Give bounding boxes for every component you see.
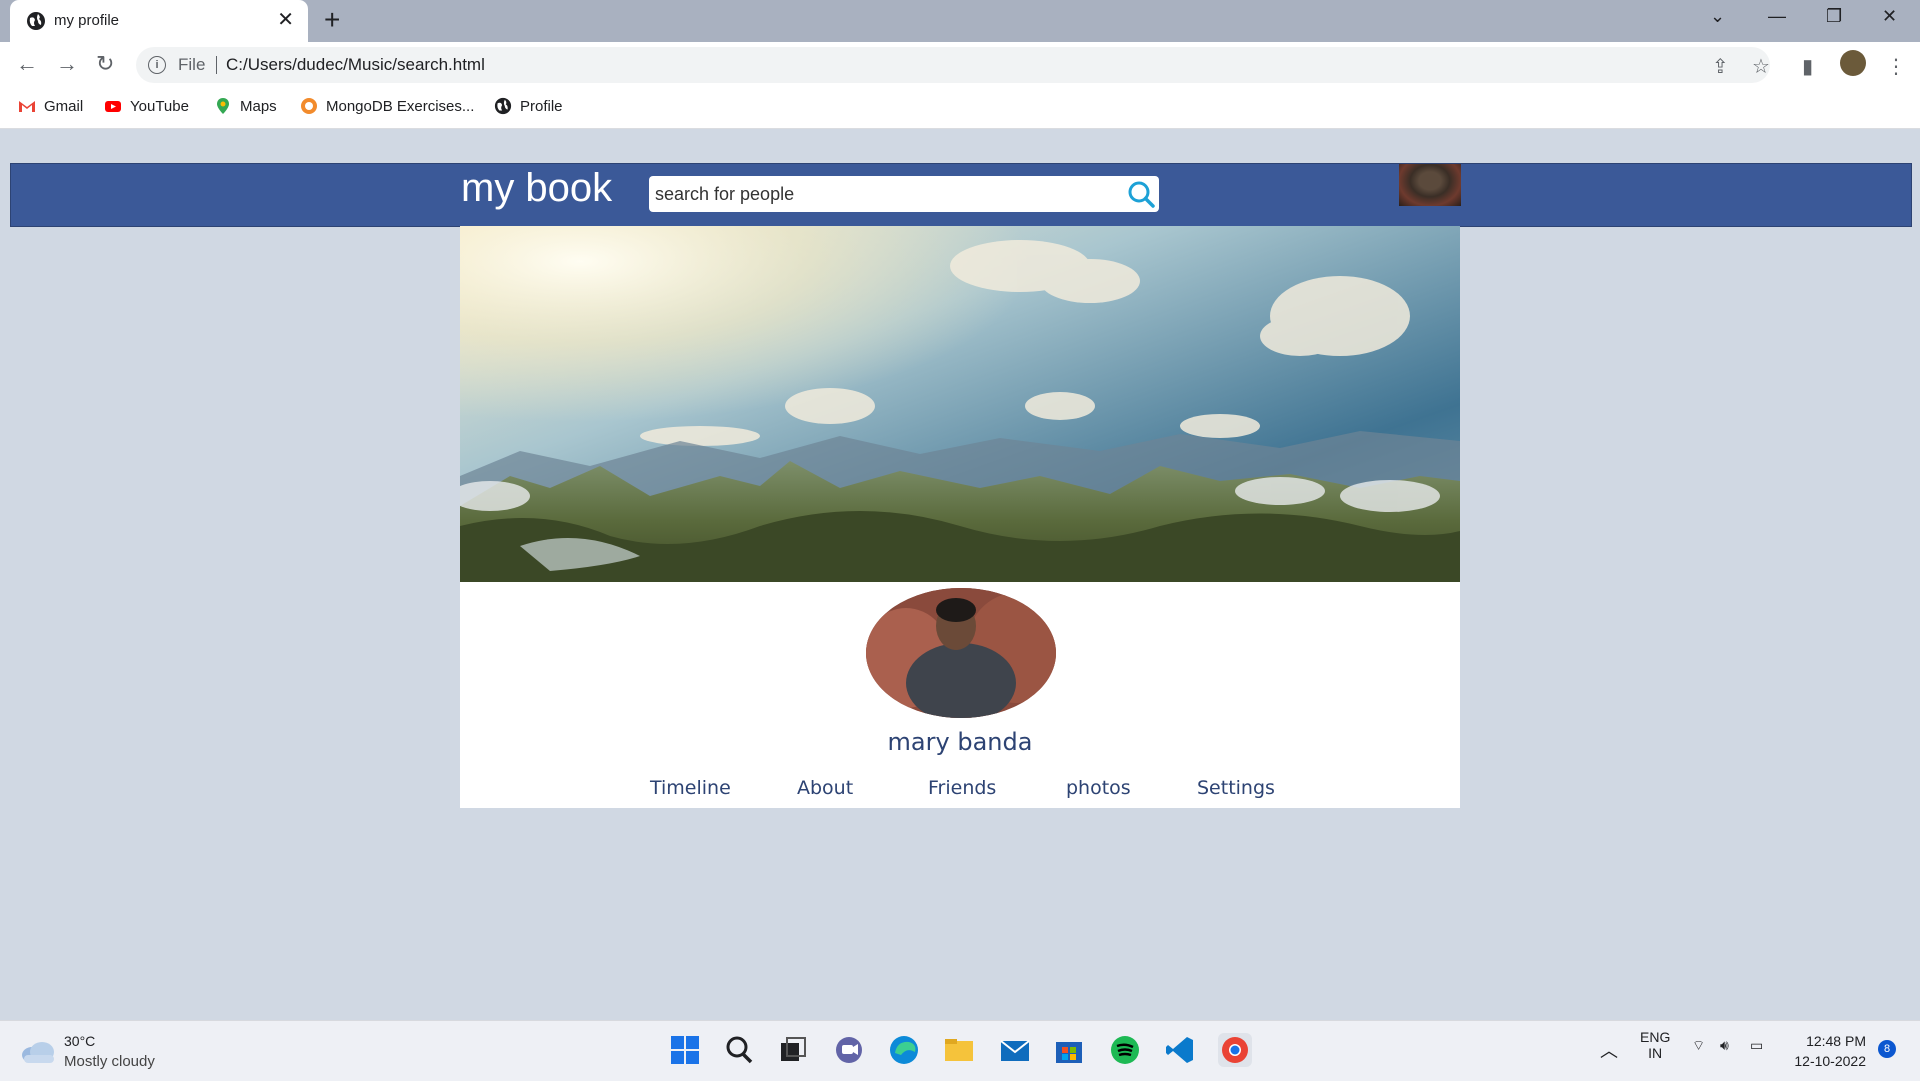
nav-photos[interactable]: photos [1066,777,1131,799]
mail-icon[interactable] [998,1033,1032,1067]
close-window-button[interactable]: ✕ [1882,6,1897,27]
info-icon[interactable]: i [148,56,166,74]
maps-pin-icon [217,98,229,114]
bookmark-youtube[interactable]: YouTube [104,97,189,115]
side-panel-icon[interactable]: ▮ [1802,54,1813,79]
gmail-icon [19,101,35,112]
windows-start-icon[interactable] [668,1033,702,1067]
region-code: IN [1648,1045,1663,1061]
bookmark-label: YouTube [130,97,189,115]
bookmark-star-icon[interactable]: ☆ [1752,54,1770,79]
task-view-icon[interactable] [777,1033,811,1067]
volume-icon[interactable]: 🔊︎ [1720,1037,1729,1054]
new-tab-button[interactable]: + [324,6,340,34]
cover-photo [460,226,1460,582]
show-hidden-icons-chevron-icon[interactable]: ︿ [1600,1037,1618,1063]
tab-search-icon[interactable]: ⌄ [1710,6,1725,27]
spotify-icon[interactable] [1108,1033,1142,1067]
address-separator [216,56,217,74]
site-logo[interactable]: my book [461,166,612,211]
wifi-icon[interactable]: ⌔ [1692,1037,1705,1055]
profile-avatar-icon[interactable] [1840,50,1866,76]
profile-card: mary banda Timeline About Friends photos… [460,582,1460,808]
bookmark-label: MongoDB Exercises... [326,97,475,115]
browser-toolbar: ← → ↻ i File C:/Users/dudec/Music/search… [0,42,1920,88]
profile-nav: Timeline About Friends photos Settings [460,777,1460,807]
cloud-icon [22,1042,54,1063]
bookmark-label: Gmail [44,97,84,115]
menu-kebab-icon[interactable]: ⋮ [1886,54,1906,79]
bookmark-profile[interactable]: Profile [494,97,563,115]
clock[interactable]: 12:48 PM 12-10-2022 [1794,1031,1866,1071]
bookmark-label: Profile [520,97,563,115]
notification-badge[interactable]: 8 [1878,1040,1896,1058]
cover-landscape-image [460,226,1460,582]
microsoft-store-icon[interactable] [1052,1033,1086,1067]
nav-about[interactable]: About [797,777,853,799]
bookmark-gmail[interactable]: Gmail [18,97,83,115]
nav-timeline[interactable]: Timeline [650,777,731,799]
profile-picture[interactable] [866,588,1056,718]
share-icon[interactable]: ⇪ [1712,54,1729,79]
windows-taskbar: 30°C Mostly cloudy ︿ ENG IN ⌔ 🔊︎ ▭ 12:48… [0,1020,1920,1081]
input-language[interactable]: ENG IN [1640,1029,1670,1061]
nav-friends[interactable]: Friends [928,777,996,799]
browser-tab[interactable]: my profile ✕ [10,0,308,42]
teams-chat-icon[interactable] [832,1033,866,1067]
minimize-button[interactable]: — [1768,6,1786,27]
address-scheme-label: File [178,55,206,74]
globe-icon [27,12,45,30]
address-bar[interactable]: i File C:/Users/dudec/Music/search.html [136,47,1770,83]
site-header: my book [10,163,1912,227]
web-page: my book search for people mary banda Tim… [0,129,1920,1019]
profile-photo-image [866,588,1056,718]
header-avatar[interactable] [1399,164,1461,206]
browser-tab-strip: my profile ✕ + ⌄ — ❐ ✕ [0,0,1920,42]
search-box [649,176,1159,212]
edge-browser-icon[interactable] [887,1033,921,1067]
vscode-icon[interactable] [1163,1033,1197,1067]
back-button[interactable]: ← [16,51,38,77]
clock-date: 12-10-2022 [1794,1053,1866,1069]
nav-settings[interactable]: Settings [1197,777,1275,799]
chrome-icon[interactable] [1218,1033,1252,1067]
close-tab-icon[interactable]: ✕ [277,10,294,30]
forward-button[interactable]: → [56,51,78,77]
clock-time: 12:48 PM [1806,1033,1866,1049]
bookmarks-bar: Gmail YouTube Maps MongoDB Exercises... … [0,88,1920,129]
profile-name: mary banda [887,728,1033,756]
bookmark-mongodb[interactable]: MongoDB Exercises... [300,97,474,115]
mongodb-exercises-icon [301,98,317,114]
address-url[interactable]: C:/Users/dudec/Music/search.html [226,55,485,75]
file-explorer-icon[interactable] [942,1033,976,1067]
youtube-icon [105,101,121,112]
search-icon[interactable] [1127,180,1155,208]
search-icon[interactable] [722,1033,756,1067]
bookmark-label: Maps [240,97,277,115]
language-code: ENG [1640,1029,1671,1045]
weather-condition: Mostly cloudy [64,1053,155,1070]
bookmark-maps[interactable]: Maps [214,97,277,115]
battery-icon[interactable]: ▭ [1750,1037,1763,1054]
restore-button[interactable]: ❐ [1826,6,1842,27]
search-input[interactable] [653,179,1117,209]
weather-temperature: 30°C [64,1033,96,1049]
tab-title: my profile [54,12,120,29]
reload-button[interactable]: ↻ [96,51,114,77]
globe-icon [494,97,512,115]
